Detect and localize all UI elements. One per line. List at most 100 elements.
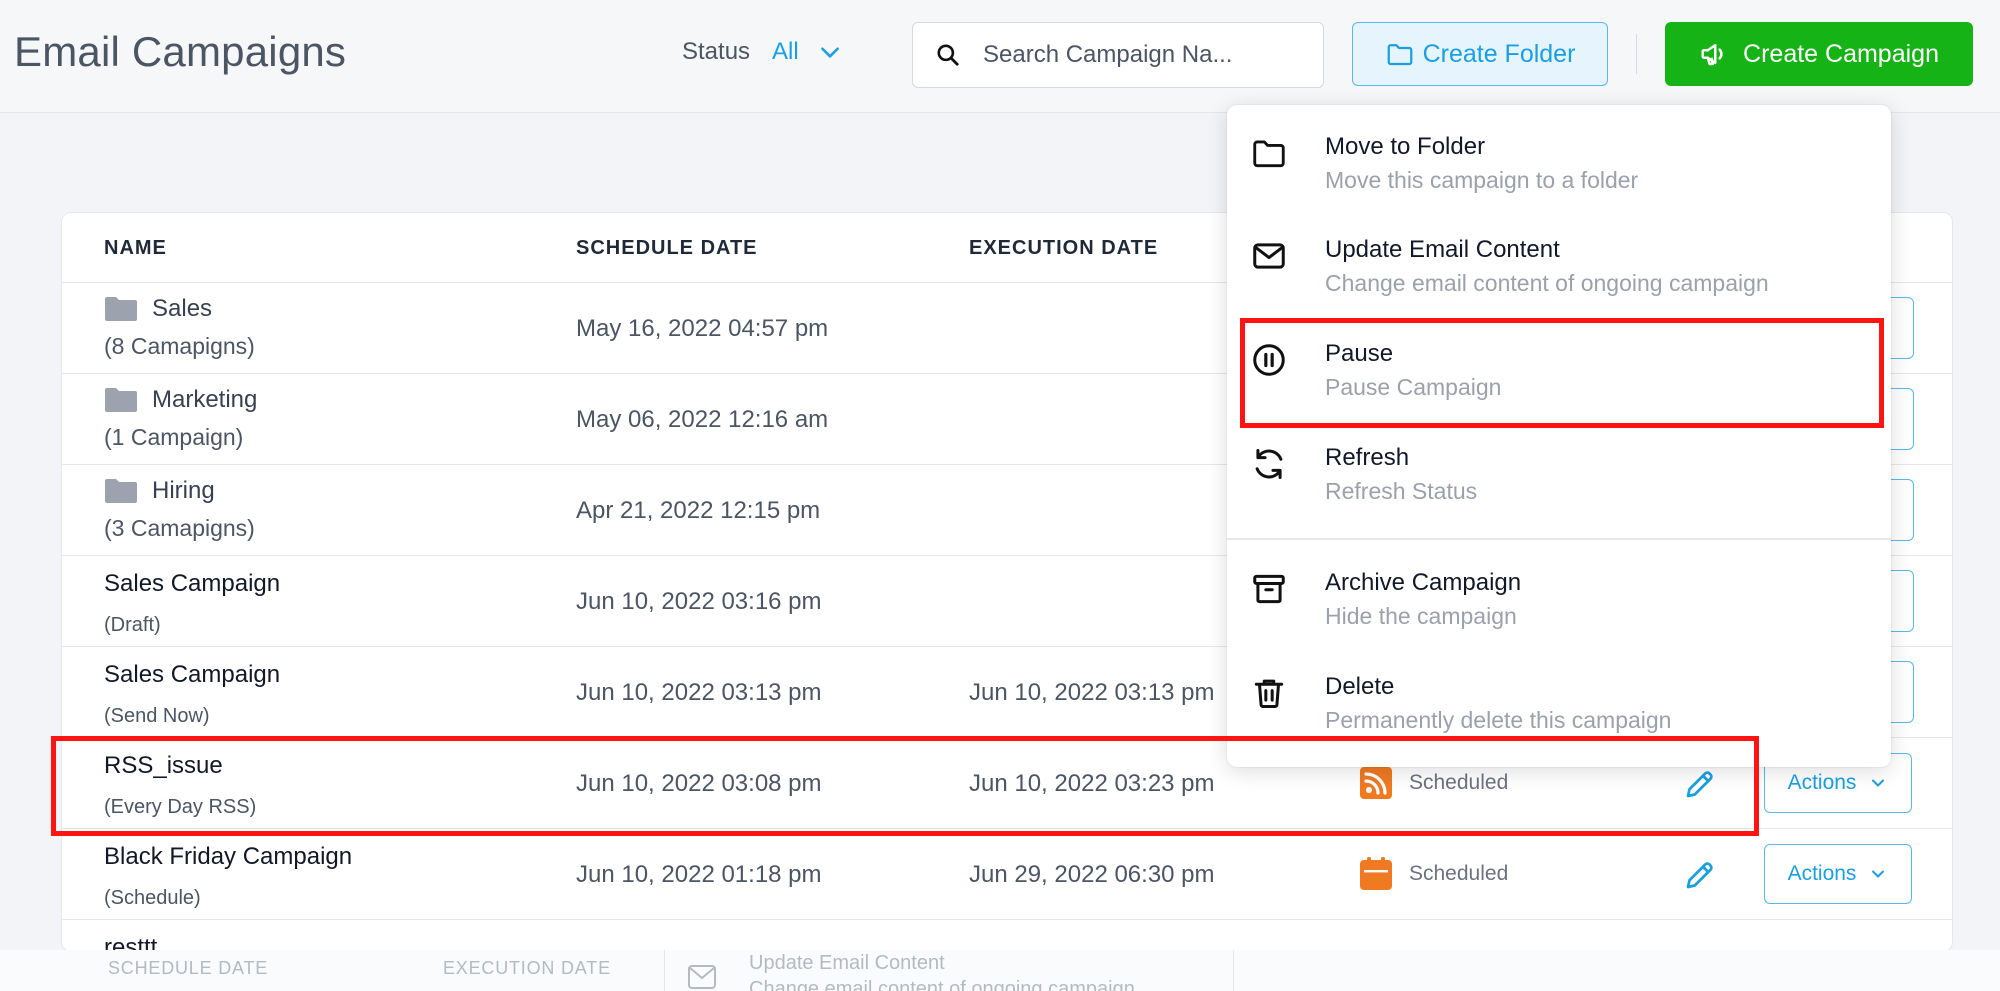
campaign-cell: Black Friday Campaign (Schedule): [104, 841, 352, 910]
folder-name[interactable]: Hiring: [152, 477, 215, 505]
folder-icon: [105, 388, 137, 412]
pencil-icon[interactable]: [1682, 857, 1718, 893]
search-icon: [937, 44, 959, 66]
campaign-name[interactable]: Sales Campaign: [104, 661, 280, 689]
menu-item-move-to-folder[interactable]: Move to Folder Move this campaign to a f…: [1227, 105, 1891, 205]
folder-count: (3 Camapigns): [104, 515, 255, 541]
menu-item-desc: Refresh Status: [1325, 478, 1478, 504]
menu-item-title: Refresh: [1325, 444, 1410, 471]
campaign-type: (Every Day RSS): [104, 796, 257, 818]
schedule-date: Jun 10, 2022 03:16 pm: [576, 588, 822, 615]
campaign-row[interactable]: resttt: [62, 920, 1952, 951]
refresh-icon: [1255, 449, 1283, 479]
menu-item-desc: Permanently delete this campaign: [1325, 707, 1672, 733]
actions-button[interactable]: Actions: [1764, 844, 1912, 904]
header-divider: [1636, 34, 1637, 74]
status-badge: Scheduled: [1359, 857, 1508, 891]
folder-outline-icon: [1387, 44, 1412, 66]
search-input[interactable]: [983, 41, 1283, 69]
campaign-name[interactable]: RSS_issue: [104, 752, 256, 780]
status-filter-value[interactable]: All: [772, 38, 799, 66]
status-text: Scheduled: [1409, 771, 1509, 794]
menu-item-desc: Move this campaign to a folder: [1325, 167, 1639, 193]
trash-icon: [1254, 679, 1284, 708]
ghost-menu-desc: Change email content of ongoing campaign: [749, 978, 1135, 991]
schedule-date: Jun 10, 2022 03:08 pm: [576, 770, 822, 797]
schedule-date: May 16, 2022 04:57 pm: [576, 315, 829, 342]
campaign-name[interactable]: Sales Campaign: [104, 570, 280, 598]
chevron-down-icon[interactable]: [817, 39, 843, 65]
folder-cell: Marketing (1 Campaign): [104, 386, 257, 451]
schedule-date: Jun 10, 2022 03:13 pm: [576, 679, 822, 706]
execution-date: Jun 10, 2022 03:23 pm: [969, 770, 1215, 797]
pause-circle-icon: [1253, 344, 1285, 376]
schedule-date: May 06, 2022 12:16 am: [576, 406, 829, 433]
calendar-icon: [1360, 857, 1392, 890]
menu-item-title: Delete: [1325, 673, 1395, 700]
menu-item-refresh[interactable]: Refresh Refresh Status: [1227, 416, 1891, 516]
rss-icon: [1360, 767, 1392, 799]
folder-name[interactable]: Sales: [152, 295, 212, 323]
ghost-menu-box: Update Email Content Change email conten…: [664, 950, 1234, 991]
menu-item-title: Pause: [1325, 340, 1394, 367]
ghost-execution-header: EXECUTION DATE: [443, 958, 611, 978]
menu-item-title: Archive Campaign: [1325, 569, 1522, 596]
actions-label: Actions: [1787, 862, 1857, 885]
campaign-row[interactable]: Black Friday Campaign (Schedule) Jun 10,…: [62, 829, 1952, 920]
campaign-cell: Sales Campaign (Draft): [104, 568, 280, 637]
folder-icon: [1253, 140, 1285, 168]
menu-item-delete[interactable]: Delete Permanently delete this campaign: [1227, 645, 1891, 745]
chevron-down-icon: [1872, 779, 1885, 787]
mail-icon: [1253, 243, 1285, 269]
actions-dropdown-menu: Move to Folder Move this campaign to a f…: [1227, 105, 1891, 767]
folder-count: (1 Campaign): [104, 424, 244, 450]
menu-item-archive-campaign[interactable]: Archive Campaign Hide the campaign: [1227, 541, 1891, 641]
campaign-cell: Sales Campaign (Send Now): [104, 659, 280, 728]
status-filter-label: Status: [682, 38, 751, 65]
search-box[interactable]: [912, 22, 1324, 88]
campaign-type: (Draft): [104, 614, 161, 636]
create-campaign-label: Create Campaign: [1743, 39, 1939, 68]
create-folder-button[interactable]: Create Folder: [1352, 22, 1608, 86]
page-header: Email Campaigns Status All Create Folder…: [0, 0, 2000, 113]
menu-item-desc: Pause Campaign: [1325, 374, 1502, 400]
ghost-menu-title: Update Email Content: [749, 952, 945, 974]
menu-item-desc: Change email content of ongoing campaign: [1325, 270, 1769, 296]
page-title: Email Campaigns: [14, 28, 347, 75]
status-text: Scheduled: [1409, 862, 1509, 885]
create-folder-label: Create Folder: [1422, 39, 1576, 68]
campaign-cell: RSS_issue (Every Day RSS): [104, 750, 256, 819]
execution-date: Jun 29, 2022 06:30 pm: [969, 861, 1215, 888]
campaign-name[interactable]: Black Friday Campaign: [104, 843, 352, 871]
schedule-date: Apr 21, 2022 12:15 pm: [576, 497, 821, 524]
menu-item-update-email-content[interactable]: Update Email Content Change email conten…: [1227, 208, 1891, 308]
column-header-execution-date: EXECUTION DATE: [969, 237, 1159, 259]
menu-item-title: Update Email Content: [1325, 236, 1560, 263]
column-header-name: NAME: [104, 237, 167, 259]
folder-cell: Hiring (3 Camapigns): [104, 477, 255, 542]
schedule-date: Jun 10, 2022 01:18 pm: [576, 861, 822, 888]
status-badge: Scheduled: [1359, 766, 1508, 800]
campaign-type: (Schedule): [104, 887, 201, 909]
campaign-type: (Send Now): [104, 705, 210, 727]
folder-icon: [105, 297, 137, 321]
status-filter[interactable]: Status All: [682, 38, 843, 66]
folder-icon: [105, 479, 137, 503]
create-campaign-button[interactable]: Create Campaign: [1665, 22, 1973, 86]
pencil-icon[interactable]: [1682, 766, 1718, 802]
folder-cell: Sales (8 Camapigns): [104, 295, 255, 360]
menu-item-title: Move to Folder: [1325, 133, 1486, 160]
megaphone-icon: [1701, 44, 1723, 66]
campaign-cell: resttt: [104, 932, 157, 951]
archive-icon: [1253, 574, 1285, 604]
menu-item-desc: Hide the campaign: [1325, 603, 1517, 629]
ghost-schedule-header: SCHEDULE DATE: [108, 958, 269, 978]
menu-divider: [1227, 538, 1891, 540]
folder-name[interactable]: Marketing: [152, 386, 257, 414]
menu-item-pause[interactable]: Pause Pause Campaign: [1227, 312, 1891, 412]
execution-date: Jun 10, 2022 03:13 pm: [969, 679, 1215, 706]
mail-icon: [688, 965, 716, 989]
folder-count: (8 Camapigns): [104, 333, 255, 359]
chevron-down-icon: [1872, 870, 1885, 878]
actions-label: Actions: [1787, 771, 1857, 794]
